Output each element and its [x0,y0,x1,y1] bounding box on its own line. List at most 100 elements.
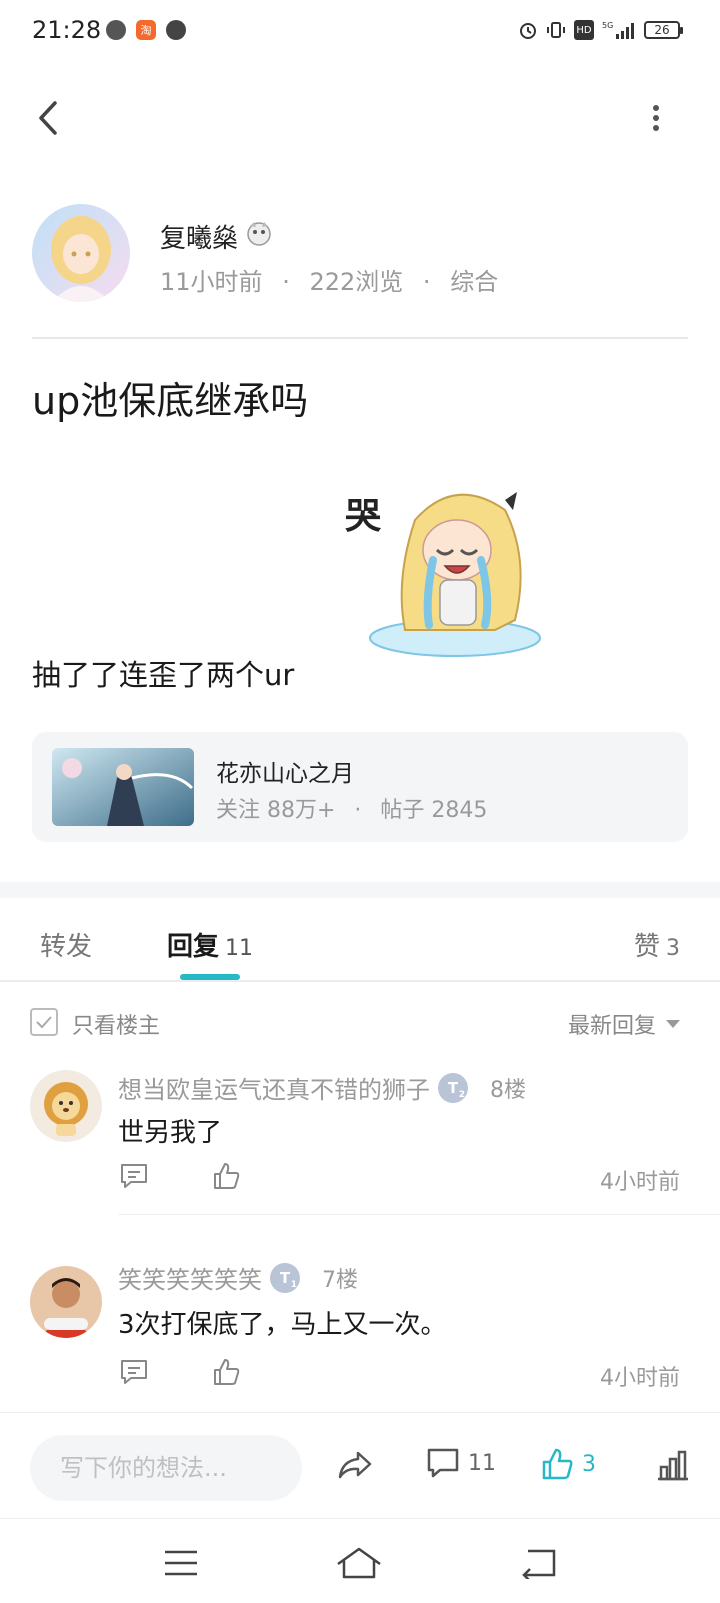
app-robot-icon [166,20,186,40]
more-vertical-icon [653,105,659,131]
commenter-name-row: 想当欧皇运气还真不错的狮子 T2 8楼 [118,1070,526,1105]
chevron-left-icon [39,101,57,135]
comment-time: 4小时前 [600,1170,680,1195]
comment-actions [118,1160,242,1192]
tab-reply-label: 回复 [167,932,220,962]
only-owner-label[interactable]: 只看楼主 [72,1008,160,1040]
comment-item: 想当欧皇运气还真不错的狮子 T2 8楼 世另我了 4小时前 [0,1064,720,1250]
author-avatar[interactable] [32,204,130,302]
comment-time: 4小时前 [600,1366,680,1391]
notification-icons: 淘 [106,20,186,40]
wechat-icon [106,20,126,40]
comment-bubble-icon [121,1164,147,1188]
status-bar: 21:28 淘 HD 5G 26 [0,0,720,64]
interaction-tabs: 转发 回复 11 赞3 [0,898,720,982]
comment-button[interactable]: 11 [426,1447,496,1479]
hd-icon: HD [574,20,594,40]
comment-bubble-icon [427,1448,459,1478]
svg-text:5G: 5G [602,21,613,30]
comment-actions [118,1356,242,1388]
commenter-avatar[interactable] [30,1070,102,1142]
comment-like-button[interactable] [210,1356,242,1388]
meta-separator: · [354,798,362,823]
home-button[interactable] [336,1543,382,1583]
tab-reply-count: 11 [225,936,254,961]
back-arrow-icon [522,1549,556,1579]
post-title: up池保底继承吗 [32,379,309,423]
thumbs-up-icon [214,1163,240,1189]
filter-row: 只看楼主 最新回复 [0,1000,720,1048]
home-icon [337,1547,381,1579]
signal-icon: 5G [602,20,636,40]
alarm-icon [518,20,538,40]
share-arrow-icon [338,1451,372,1479]
forum-thumbnail [52,748,194,826]
post-meta: 11小时前 · 222浏览 · 综合 [160,262,498,297]
forum-followers: 关注 88万+ [216,798,336,823]
tab-repost[interactable]: 转发 [40,926,92,963]
sort-dropdown[interactable]: 最新回复 [568,1008,680,1040]
sort-label: 最新回复 [567,1014,656,1039]
vibrate-icon [546,20,566,40]
system-navigation-bar [0,1518,720,1603]
level-badge-icon: T1 [270,1262,300,1293]
comment-reply-button[interactable] [118,1160,150,1192]
stats-button[interactable] [656,1449,690,1485]
forum-card[interactable]: 花亦山心之月 关注 88万+ · 帖子 2845 [32,732,688,842]
tab-like-count: 3 [666,936,680,961]
bar-chart-icon [658,1450,688,1481]
author-name-row[interactable]: 复曦燊 [160,218,274,255]
comment-like-button[interactable] [210,1160,242,1192]
commenter-name-row: 笑笑笑笑笑笑 T1 7楼 [118,1260,358,1295]
comment-item: 笑笑笑笑笑笑 T1 7楼 3次打保底了，马上又一次。 4小时前 [0,1260,720,1410]
divider [32,337,688,339]
status-time: 21:28 [32,16,102,44]
section-gap [0,882,720,898]
post-category[interactable]: 综合 [450,268,498,296]
author-badge-icon [244,218,274,255]
status-right: HD 5G 26 [518,20,683,40]
svg-text:哭: 哭 [345,496,382,537]
post-body-text: 抽了了连歪了两个ur [32,658,295,692]
back-nav-button[interactable] [516,1543,562,1583]
comment-text: 3次打保底了，马上又一次。 [118,1310,447,1340]
active-tab-indicator [180,974,240,980]
divider [118,1214,720,1215]
like-button[interactable]: 3 [540,1447,596,1481]
check-icon [36,1016,52,1029]
caret-down-icon [666,1020,680,1028]
forum-stats: 关注 88万+ · 帖子 2845 [216,792,487,824]
like-count: 3 [582,1451,596,1477]
comment-count: 11 [468,1450,496,1476]
crying-sticker-image[interactable]: 哭 [345,480,545,670]
top-nav [0,86,720,150]
menu-button[interactable] [158,1543,204,1583]
only-owner-checkbox[interactable] [30,1008,58,1036]
post-views: 222浏览 [309,268,404,296]
meta-separator: · [282,268,290,296]
battery-indicator: 26 [644,21,683,39]
floor-number: 8楼 [490,1077,526,1103]
thumbs-up-icon [214,1359,240,1385]
author-name: 复曦燊 [160,224,239,254]
bottom-action-bar: 11 3 [0,1412,720,1518]
forum-name: 花亦山心之月 [216,761,354,787]
more-options-button[interactable] [636,96,676,140]
forum-posts: 帖子 2845 [380,798,488,823]
taobao-icon: 淘 [136,20,156,40]
commenter-name[interactable]: 笑笑笑笑笑笑 [118,1260,262,1295]
commenter-avatar[interactable] [30,1266,102,1338]
share-button[interactable] [336,1449,374,1485]
tab-reply[interactable]: 回复 11 [167,926,253,963]
post-author: 复曦燊 11小时前 · 222浏览 · 综合 [32,204,688,304]
commenter-name[interactable]: 想当欧皇运气还真不错的狮子 [118,1070,430,1105]
tab-like-label: 赞 [633,932,660,962]
comment-text: 世另我了 [118,1118,223,1148]
tab-like[interactable]: 赞3 [634,926,680,963]
comment-bubble-icon [121,1360,147,1384]
reply-input[interactable] [30,1435,302,1501]
comment-reply-button[interactable] [118,1356,150,1388]
post-time: 11小时前 [160,268,263,296]
back-button[interactable] [28,96,68,140]
menu-icon [165,1550,197,1576]
